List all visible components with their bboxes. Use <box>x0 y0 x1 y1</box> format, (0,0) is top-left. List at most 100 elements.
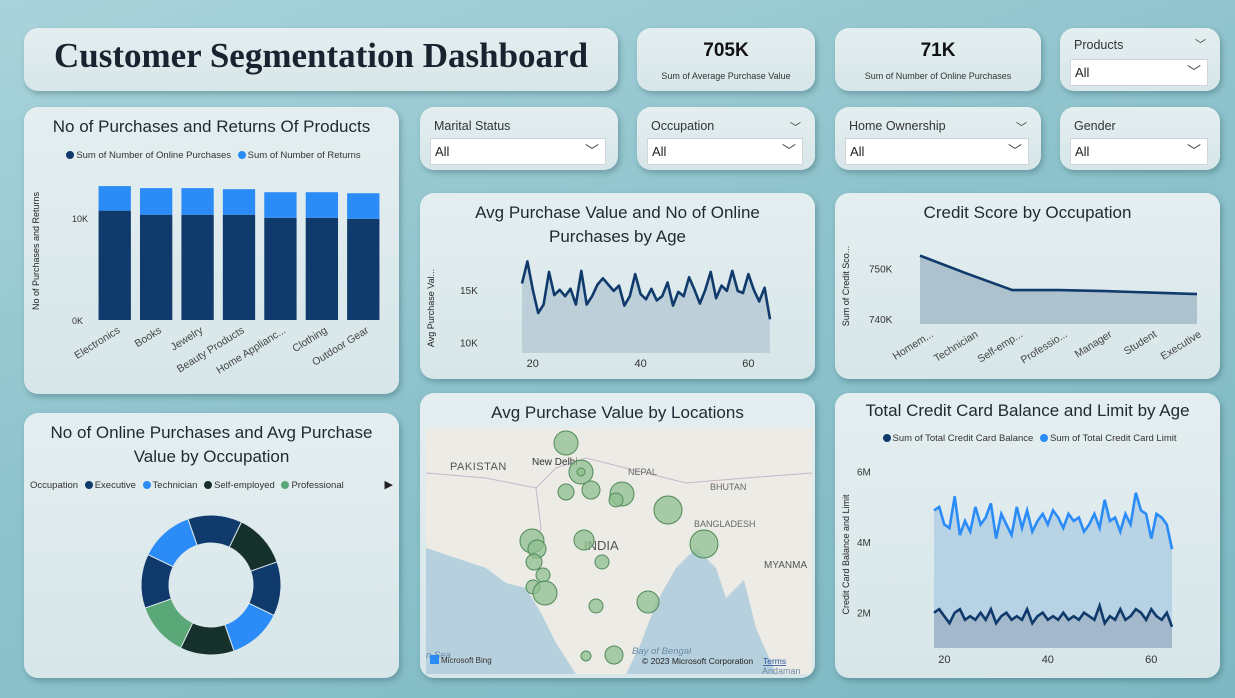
bar-returns <box>222 189 256 215</box>
y-tick-label: 740K <box>869 315 893 326</box>
x-tick-label: 20 <box>938 654 950 666</box>
credit-occupation-card: Credit Score by Occupation 740K 750K Sum o… <box>835 193 1220 379</box>
title-card: Customer Segmentation Dashboard <box>24 28 618 91</box>
y-tick-label: 6M <box>857 468 871 479</box>
chevron-down-icon[interactable]: ﹀ <box>790 119 801 135</box>
x-tick-label: Homem... <box>891 328 936 362</box>
purchases-returns-card: No of Purchases and Returns Of Products … <box>24 107 399 394</box>
credit-card-line-chart[interactable]: 2M 4M 6M Credit Card Balance and Limit 20 40 6… <box>835 393 1220 678</box>
location-bubble <box>594 554 610 570</box>
map-label: Andaman <box>762 666 801 674</box>
slicer-value: All <box>1075 144 1090 159</box>
kpi-value: 705K <box>703 40 749 61</box>
x-tick-label: 20 <box>527 358 539 370</box>
slicer-dropdown[interactable]: All ﹀ <box>430 138 606 165</box>
chevron-down-icon[interactable]: ﹀ <box>1187 62 1201 82</box>
map-brand: Microsoft Bing <box>441 656 492 665</box>
occupation-donut-card: No of Online Purchases and Avg Purchase … <box>24 413 399 678</box>
slicer-value: All <box>652 144 667 159</box>
credit-card-age-card: Total Credit Card Balance and Limit by A… <box>835 393 1220 678</box>
slicer-dropdown[interactable]: All ﹀ <box>647 138 803 165</box>
y-axis-label: Avg Purchase Val... <box>426 269 436 347</box>
y-tick-label: 0K <box>72 316 83 326</box>
chevron-down-icon[interactable]: ﹀ <box>1016 119 1027 135</box>
bar-online-purchases <box>347 218 380 320</box>
slicer-value: All <box>435 144 450 159</box>
chevron-down-icon[interactable]: ﹀ <box>1187 141 1201 161</box>
kpi-value: 71K <box>920 40 956 61</box>
chart-title: Avg Purchase Value by Locations <box>491 403 744 422</box>
slicer-label: Gender <box>1074 119 1116 133</box>
map-attribution: © 2023 Microsoft Corporation <box>642 656 753 666</box>
map-label: BHUTAN <box>710 482 746 492</box>
terms-link[interactable]: Terms <box>763 656 786 666</box>
kpi-label: Sum of Average Purchase Value <box>661 71 791 81</box>
chevron-down-icon[interactable]: ﹀ <box>782 141 796 161</box>
x-tick-label: 60 <box>1145 654 1157 666</box>
slicer-occupation[interactable]: Occupation ﹀ All ﹀ <box>637 107 815 170</box>
map-label: MYANMA <box>764 560 807 571</box>
location-bubble <box>525 553 543 571</box>
bar-online-purchases <box>98 210 131 320</box>
bar-returns <box>98 186 131 211</box>
x-tick-label: Student <box>1122 328 1159 357</box>
x-tick-label: 40 <box>634 358 646 370</box>
location-bubble <box>580 650 592 662</box>
bar-online-purchases <box>181 214 214 320</box>
location-bubble <box>581 480 601 500</box>
page-title: Customer Segmentation Dashboard <box>53 36 589 75</box>
bar-returns <box>347 193 380 219</box>
location-bubble <box>689 529 719 559</box>
location-bubble <box>588 598 604 614</box>
slicer-products[interactable]: Products ﹀ All ﹀ <box>1060 28 1220 91</box>
location-bubble <box>653 495 683 525</box>
bar-online-purchases <box>222 214 256 320</box>
bar-online-purchases <box>264 217 297 320</box>
kpi-avg-purchase: 705K Sum of Average Purchase Value <box>637 28 815 91</box>
slicer-label: Marital Status <box>434 119 511 133</box>
chevron-down-icon[interactable]: ﹀ <box>1008 141 1022 161</box>
slicer-dropdown[interactable]: All ﹀ <box>1070 138 1208 165</box>
y-tick-label: 10K <box>460 338 478 349</box>
kpi-online-purchases: 71K Sum of Number of Online Purchases <box>835 28 1041 91</box>
locations-map[interactable]: PAKISTAN New Delhi NEPAL BHUTAN BANGLADE… <box>426 428 812 674</box>
slicer-home-ownership[interactable]: Home Ownership ﹀ All ﹀ <box>835 107 1041 170</box>
location-bubble <box>535 567 551 583</box>
age-area-chart[interactable]: 10K 15K Avg Purchase Val... 20 40 60 <box>420 193 815 379</box>
bar-returns <box>305 192 339 218</box>
y-tick-label: 2M <box>857 609 871 620</box>
x-tick-label: Self-emp... <box>975 328 1024 365</box>
slicer-marital-status[interactable]: Marital Status All ﹀ <box>420 107 618 170</box>
bing-logo-icon <box>430 655 439 664</box>
chevron-down-icon[interactable]: ﹀ <box>585 141 599 161</box>
chevron-down-icon[interactable]: ﹀ <box>1195 36 1206 52</box>
kpi-label: Sum of Number of Online Purchases <box>864 71 1012 81</box>
slicer-dropdown[interactable]: All ﹀ <box>1070 59 1208 86</box>
bar-chart[interactable]: 0K 10K No of Purchases and Returns Electron… <box>24 107 399 394</box>
y-tick-label: 750K <box>869 264 893 275</box>
x-tick-label: Professio... <box>1019 328 1070 366</box>
slicer-value: All <box>850 144 865 159</box>
location-bubble <box>604 645 624 665</box>
bar-online-purchases <box>139 214 173 320</box>
donut-chart[interactable] <box>24 413 399 678</box>
bar-online-purchases <box>305 217 339 320</box>
location-bubble <box>576 467 586 477</box>
x-tick-label: Home Applianc... <box>214 324 288 376</box>
slicer-gender[interactable]: Gender All ﹀ <box>1060 107 1220 170</box>
location-bubble <box>608 492 624 508</box>
location-bubble <box>636 590 660 614</box>
y-tick-label: 4M <box>857 538 871 549</box>
y-axis-label: No of Purchases and Returns <box>31 191 41 310</box>
x-tick-label: 40 <box>1042 654 1054 666</box>
bar-returns <box>264 192 297 218</box>
location-bubble <box>573 529 595 551</box>
locations-map-card: Avg Purchase Value by Locations PAKISTAN… <box>420 393 815 678</box>
map-label: NEPAL <box>628 467 657 477</box>
bar-returns <box>181 188 214 215</box>
location-bubble <box>532 580 558 606</box>
age-purchase-card: Avg Purchase Value and No of Online Purc… <box>420 193 815 379</box>
credit-area-chart[interactable]: 740K 750K Sum of Credit Sco... Homem...Tech… <box>835 193 1220 379</box>
slicer-dropdown[interactable]: All ﹀ <box>845 138 1029 165</box>
y-axis-label: Sum of Credit Sco... <box>841 246 851 327</box>
